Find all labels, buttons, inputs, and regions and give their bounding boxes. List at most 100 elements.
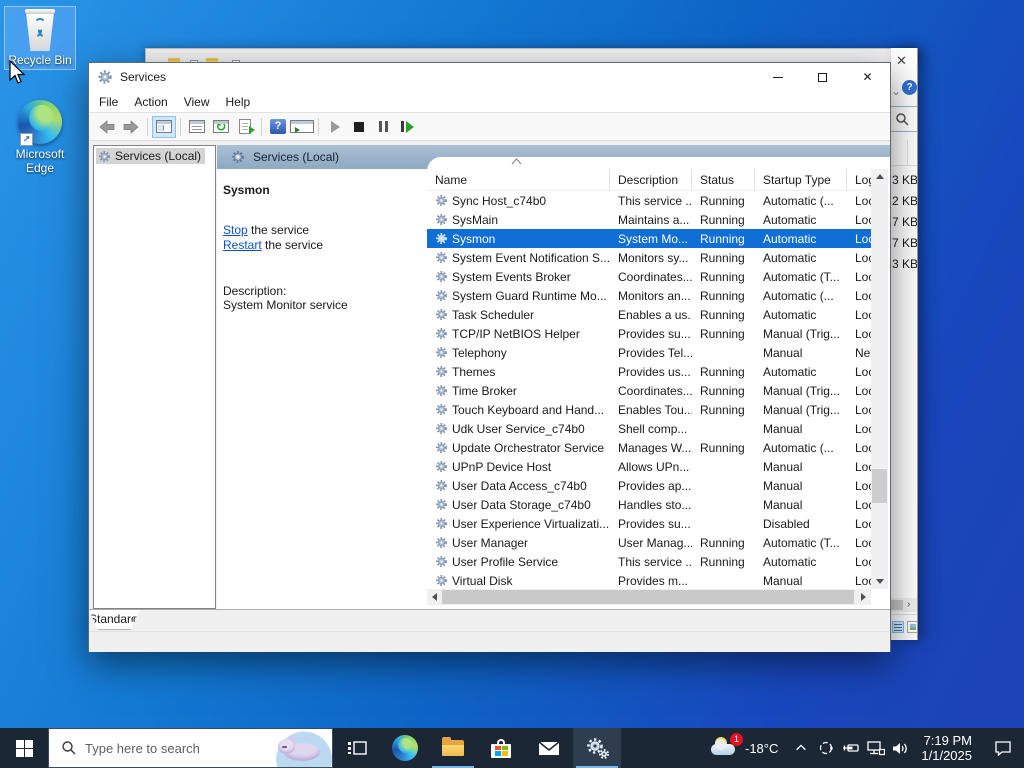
- edge-icon: ↗: [18, 100, 62, 146]
- taskbar-edge-button[interactable]: [381, 728, 429, 768]
- taskbar-file-explorer-button[interactable]: [429, 728, 477, 768]
- menu-item[interactable]: Help: [218, 91, 259, 113]
- table-row[interactable]: User Manager User Manag... Running Autom…: [427, 533, 871, 552]
- cell-description: Provides su...: [618, 326, 691, 341]
- table-row[interactable]: Time Broker Coordinates... Running Manua…: [427, 381, 871, 400]
- chevron-down-icon[interactable]: ⌄: [891, 84, 901, 98]
- sort-ascending-icon: [511, 158, 522, 165]
- table-row[interactable]: TCP/IP NetBIOS Helper Provides su... Run…: [427, 324, 871, 343]
- title-bar[interactable]: Services ✕: [89, 63, 890, 91]
- start-button[interactable]: [0, 728, 48, 768]
- table-row[interactable]: Update Orchestrator Service Manages W...…: [427, 438, 871, 457]
- table-row[interactable]: Virtual Disk Provides m... Manual Loca: [427, 571, 871, 590]
- column-header-name[interactable]: Name: [427, 169, 610, 190]
- show-console-tree-button[interactable]: [152, 115, 176, 138]
- close-icon[interactable]: ✕: [896, 53, 907, 69]
- action-center-button[interactable]: [982, 740, 1024, 756]
- scroll-up-icon[interactable]: [871, 169, 888, 184]
- cell-status: Running: [700, 269, 745, 284]
- column-header-startup-type[interactable]: Startup Type: [755, 169, 847, 190]
- cell-log-on-as: Loca: [855, 307, 871, 322]
- menu-item[interactable]: File: [91, 91, 126, 113]
- stop-service-link[interactable]: Stop: [223, 223, 248, 237]
- taskbar-clock[interactable]: 7:19 PM 1/1/2025: [913, 733, 982, 763]
- scrollbar-thumb[interactable]: [442, 590, 854, 604]
- table-row[interactable]: Sync Host_c74b0 This service ... Running…: [427, 191, 871, 210]
- restart-service-button[interactable]: [395, 116, 419, 138]
- help-button[interactable]: ?: [266, 116, 290, 138]
- scroll-right-icon[interactable]: ›: [907, 598, 910, 612]
- table-row[interactable]: SysMain Maintains a... Running Automatic…: [427, 210, 871, 229]
- cell-log-on-as: Loca: [855, 364, 871, 379]
- table-row[interactable]: UPnP Device Host Allows UPn... Manual Lo…: [427, 457, 871, 476]
- restart-service-link[interactable]: Restart: [223, 238, 262, 252]
- details-view-icon[interactable]: [892, 621, 904, 633]
- explorer-search-box[interactable]: [891, 106, 917, 132]
- table-row[interactable]: System Event Notification S... Monitors …: [427, 248, 871, 267]
- table-row[interactable]: User Data Storage_c74b0 Handles sto... M…: [427, 495, 871, 514]
- minimize-button[interactable]: [755, 63, 800, 91]
- table-row[interactable]: Udk User Service_c74b0 Shell comp... Man…: [427, 419, 871, 438]
- table-row[interactable]: User Experience Virtualizati... Provides…: [427, 514, 871, 533]
- table-row[interactable]: System Events Broker Coordinates... Runn…: [427, 267, 871, 286]
- explorer-window-top-edge: [145, 48, 918, 67]
- tray-meet-now-button[interactable]: [813, 740, 838, 756]
- close-button[interactable]: ✕: [845, 63, 890, 91]
- column-header-status[interactable]: Status: [692, 169, 755, 190]
- cell-status: Running: [700, 231, 745, 246]
- taskbar: Type here to search 1 -18°C 7:19 PM 1/1/…: [0, 728, 1024, 768]
- cell-log-on-as: Loca: [855, 440, 871, 455]
- tray-network-button[interactable]: [863, 740, 888, 756]
- weather-widget[interactable]: 1 -18°C: [701, 733, 788, 760]
- column-header-description[interactable]: Description: [610, 169, 692, 190]
- taskbar-search-input[interactable]: Type here to search: [48, 728, 333, 768]
- table-row[interactable]: System Guard Runtime Mo... Monitors an..…: [427, 286, 871, 305]
- table-row[interactable]: Themes Provides us... Running Automatic …: [427, 362, 871, 381]
- hidden-icons-chevron[interactable]: [788, 741, 813, 755]
- table-row[interactable]: Telephony Provides Tel... Manual Netw: [427, 343, 871, 362]
- menu-item[interactable]: View: [176, 91, 218, 113]
- cell-name: Task Scheduler: [452, 307, 535, 322]
- back-button[interactable]: [95, 116, 119, 138]
- help-icon[interactable]: ?: [902, 80, 917, 95]
- tree-item-services-local[interactable]: Services (Local): [96, 148, 206, 164]
- stop-service-button[interactable]: [347, 116, 371, 138]
- start-service-button[interactable]: [323, 116, 347, 138]
- export-list-button[interactable]: [233, 116, 257, 138]
- task-view-button[interactable]: [333, 728, 381, 768]
- table-row[interactable]: Sysmon System Mo... Running Automatic Lo…: [427, 229, 871, 248]
- taskbar-mail-button[interactable]: [525, 728, 573, 768]
- explorer-horizontal-scrollbar[interactable]: ›: [891, 598, 917, 612]
- column-header-log-on-as[interactable]: Log: [847, 169, 871, 190]
- scroll-down-icon[interactable]: [871, 574, 888, 589]
- table-row[interactable]: User Profile Service This service ... Ru…: [427, 552, 871, 571]
- cell-log-on-as: Loca: [855, 193, 871, 208]
- cell-log-on-as: Loca: [855, 478, 871, 493]
- show-action-pane-button[interactable]: [290, 116, 314, 138]
- tray-volume-button[interactable]: [888, 741, 913, 756]
- refresh-button[interactable]: ↻: [209, 116, 233, 138]
- taskbar-services-button[interactable]: [573, 728, 621, 768]
- scroll-right-icon[interactable]: [856, 589, 871, 605]
- cell-startup-type: Manual (Trig...: [763, 326, 840, 341]
- system-tray: 1 -18°C 7:19 PM 1/1/2025: [701, 728, 1024, 768]
- scroll-left-icon[interactable]: [427, 589, 442, 605]
- menu-item[interactable]: Action: [126, 91, 175, 113]
- search-highlight-bear-image: [270, 729, 332, 767]
- thumbnail-view-icon[interactable]: [907, 621, 917, 633]
- list-horizontal-scrollbar[interactable]: [427, 589, 871, 605]
- maximize-button[interactable]: [800, 63, 845, 91]
- pause-service-button[interactable]: [371, 116, 395, 138]
- list-vertical-scrollbar[interactable]: [871, 169, 888, 589]
- table-row[interactable]: User Data Access_c74b0 Provides ap... Ma…: [427, 476, 871, 495]
- meet-now-icon: [819, 741, 833, 755]
- cell-status: Running: [700, 307, 745, 322]
- table-row[interactable]: Touch Keyboard and Hand... Enables Tou..…: [427, 400, 871, 419]
- scrollbar-thumb[interactable]: [872, 469, 887, 503]
- tray-power-button[interactable]: [838, 741, 863, 755]
- properties-button[interactable]: [185, 116, 209, 138]
- table-row[interactable]: Task Scheduler Enables a us... Running A…: [427, 305, 871, 324]
- desktop-icon-microsoft-edge[interactable]: ↗ Microsoft Edge: [8, 100, 72, 175]
- taskbar-store-button[interactable]: [477, 728, 525, 768]
- forward-button[interactable]: [119, 116, 143, 138]
